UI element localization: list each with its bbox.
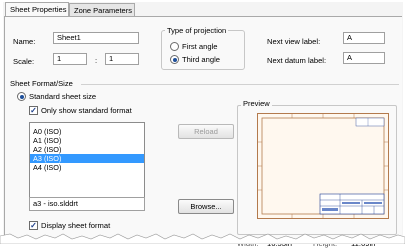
torn-edge — [0, 233, 405, 244]
scale-denominator-field[interactable]: 1 — [105, 53, 139, 65]
sheet-format-title: Sheet Format/Size — [10, 79, 73, 88]
preview-title: Preview — [241, 99, 272, 108]
first-angle-radio[interactable] — [170, 42, 179, 51]
revision-block — [355, 117, 385, 127]
list-item[interactable]: A1 (ISO) — [30, 136, 144, 145]
third-angle-label[interactable]: Third angle — [182, 55, 220, 64]
list-item[interactable]: A0 (ISO) — [30, 127, 144, 136]
name-label: Name: — [13, 37, 36, 46]
sheet-properties-dialog: Sheet Properties Zone Parameters Name: S… — [3, 2, 403, 248]
sheet-format-file-field[interactable]: a3 - iso.slddrt — [29, 197, 145, 211]
display-sheet-format-checkbox[interactable]: ✓ — [29, 221, 38, 230]
browse-button[interactable]: Browse... — [178, 199, 234, 214]
list-item[interactable]: A4 (ISO) — [30, 163, 144, 172]
standard-sheet-size-label[interactable]: Standard sheet size — [29, 92, 96, 101]
display-sheet-format-label[interactable]: Display sheet format — [41, 221, 110, 230]
projection-title: Type of projection — [165, 26, 229, 35]
scale-numerator-field[interactable]: 1 — [53, 53, 87, 65]
sheet-format-separator — [81, 84, 399, 85]
sheet-preview — [257, 113, 389, 219]
sheet-preview-drawing — [258, 114, 388, 218]
third-angle-radio[interactable] — [170, 55, 179, 64]
next-view-label: Next view label: — [267, 37, 321, 46]
next-datum-label: Next datum label: — [267, 56, 327, 65]
list-item[interactable]: A2 (ISO) — [30, 145, 144, 154]
sheet-size-list[interactable]: A0 (ISO) A1 (ISO) A2 (ISO) A3 (ISO) A4 (… — [29, 122, 145, 200]
only-show-standard-label[interactable]: Only show standard format — [41, 106, 132, 115]
list-item-selected[interactable]: A3 (ISO) — [30, 154, 144, 163]
next-datum-label-field[interactable]: A — [343, 52, 385, 64]
scale-separator: : — [95, 56, 98, 65]
title-block — [319, 193, 385, 215]
standard-sheet-size-radio[interactable] — [17, 92, 26, 101]
reload-button[interactable]: Reload — [178, 124, 234, 139]
sheet-properties-panel: Name: Sheet1 Scale: 1 : 1 Type of projec… — [4, 16, 402, 248]
scale-label: Scale: — [13, 57, 35, 66]
name-field[interactable]: Sheet1 — [53, 32, 139, 44]
first-angle-label[interactable]: First angle — [182, 42, 217, 51]
only-show-standard-checkbox[interactable]: ✓ — [29, 106, 38, 115]
next-view-label-field[interactable]: A — [343, 32, 385, 44]
tab-zone-parameters[interactable]: Zone Parameters — [69, 3, 135, 17]
